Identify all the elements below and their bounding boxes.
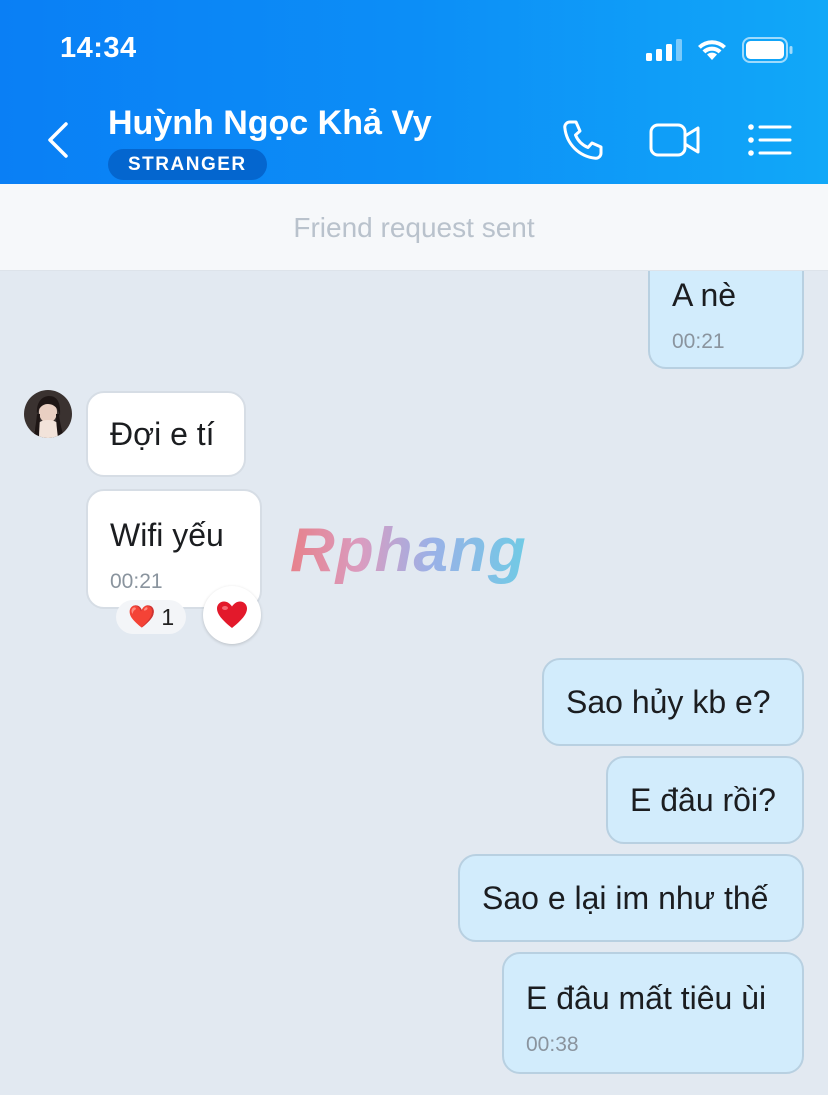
avatar[interactable] [24,390,72,438]
reaction-summary[interactable]: ❤️ 1 [116,600,187,634]
message-text: A nè [672,277,737,313]
message-time: 00:21 [672,330,725,353]
message-time: 00:38 [526,1033,579,1056]
status-icons [646,36,794,64]
chat-options-button[interactable] [744,116,794,164]
message-text: Đợi e tí [110,416,215,452]
heart-icon [217,601,247,628]
video-call-icon [649,123,700,157]
message-bubble-outgoing[interactable]: Sao hủy kb e? [542,658,804,746]
friend-request-notice: Friend request sent [0,184,828,271]
message-bubble-outgoing[interactable]: E đâu mất tiêu ùi 00:38 [502,952,804,1074]
video-call-button[interactable] [648,116,702,164]
message-bubble-outgoing[interactable]: A nè 00:21 [648,271,804,369]
menu-list-icon [748,124,792,156]
status-time: 14:34 [60,32,137,64]
message-text: Wifi yếu [110,517,224,553]
wifi-icon [698,40,726,60]
back-icon [48,122,68,158]
heart-reaction-icon: ❤️ [128,604,156,629]
message-text: E đâu rồi? [630,782,776,818]
phone-icon [563,120,603,160]
stranger-badge: STRANGER [108,149,267,180]
contact-name[interactable]: Huỳnh Ngọc Khả Vy [108,104,432,143]
voice-call-button[interactable] [558,116,608,164]
message-bubble-incoming[interactable]: Đợi e tí [86,391,246,477]
signal-icon [646,39,682,61]
chat-header: 14:34 Huỳnh Ngọc Khả Vy STRANGER [0,0,828,184]
message-bubble-outgoing[interactable]: E đâu rồi? [606,756,804,844]
back-button[interactable] [40,118,80,162]
message-text: Sao hủy kb e? [566,684,771,720]
message-text: Sao e lại im như thế [482,880,769,916]
watermark-logo: Rphang [290,516,527,585]
message-bubble-outgoing[interactable]: Sao e lại im như thế [458,854,804,942]
message-list[interactable]: A nè 00:21 Đợi e tí Wifi yếu 00:21 ❤️ 1 … [0,271,828,1095]
contact-avatar-image [24,390,72,438]
reaction-count: 1 [161,603,175,630]
battery-icon [742,37,793,63]
react-button[interactable] [203,586,261,644]
message-text: E đâu mất tiêu ùi [526,980,767,1016]
